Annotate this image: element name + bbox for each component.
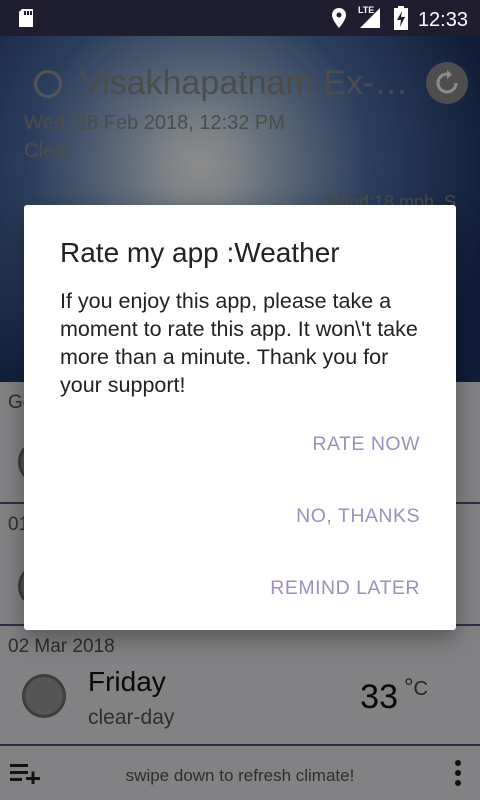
rate-app-dialog: Rate my app :Weather If you enjoy this a…: [24, 205, 456, 630]
sd-card-icon: [16, 8, 36, 33]
signal-icon: LTE: [358, 5, 384, 34]
dialog-title: Rate my app :Weather: [60, 237, 340, 268]
status-bar: LTE 12:33: [0, 0, 480, 36]
remind-later-button[interactable]: REMIND LATER: [270, 577, 420, 600]
no-thanks-button[interactable]: NO, THANKS: [296, 505, 420, 528]
battery-charging-icon: [393, 6, 408, 35]
dialog-message: If you enjoy this app, please take a mom…: [60, 289, 418, 397]
rate-now-button[interactable]: RATE NOW: [312, 433, 420, 456]
clock: 12:33: [417, 9, 468, 31]
location-icon: [330, 7, 348, 34]
